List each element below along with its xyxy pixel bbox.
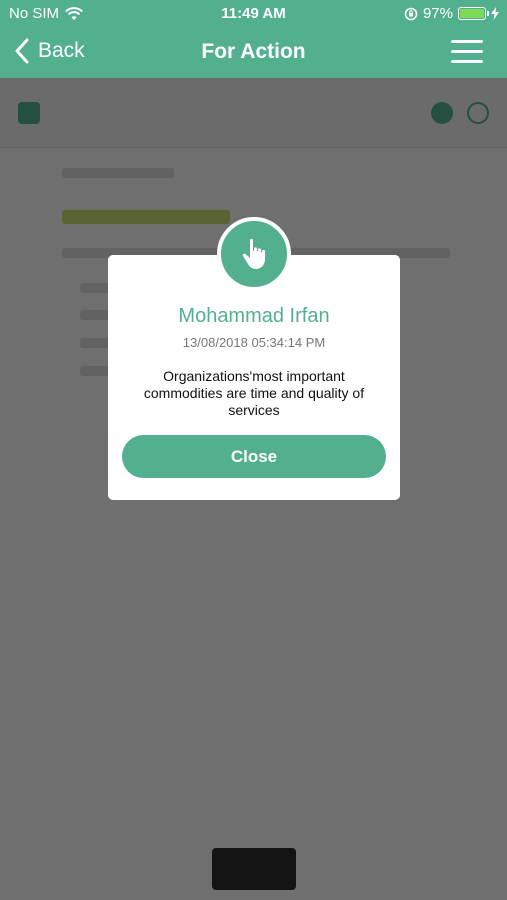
action-detail-dialog: Mohammad Irfan 13/08/2018 05:34:14 PM Or… (108, 217, 400, 500)
back-button[interactable]: Back (14, 38, 85, 64)
orientation-lock-icon (404, 7, 418, 20)
back-label: Back (38, 39, 85, 62)
pointing-hand-badge (217, 217, 291, 291)
screen: No SIM 11:49 AM 97% Back For Action Moha… (0, 0, 507, 900)
timestamp: 13/08/2018 05:34:14 PM (182, 335, 326, 350)
chevron-left-icon (15, 38, 29, 64)
sender-name: Mohammad Irfan (178, 305, 330, 327)
close-button[interactable]: Close (122, 435, 386, 478)
message-text: Organizations'most important commodities… (143, 368, 365, 418)
battery-icon (458, 7, 489, 20)
nav-bar: Back For Action (0, 28, 507, 78)
hamburger-menu-icon[interactable] (451, 40, 483, 64)
battery-percent: 97% (422, 5, 453, 22)
status-bar: No SIM 11:49 AM 97% (0, 0, 507, 28)
charging-icon (491, 7, 499, 20)
pointing-hand-icon (242, 238, 265, 269)
